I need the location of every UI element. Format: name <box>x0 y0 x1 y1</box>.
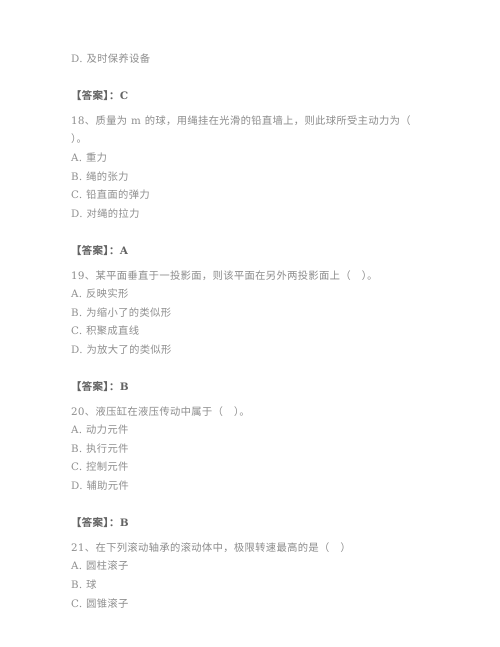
answer-line: 【答案】：B <box>71 517 130 530</box>
document-page: D. 及时保养设备 【答案】：C 18、质量为 m 的球，用绳挂在光滑的铅直墙上，则… <box>0 0 500 647</box>
question-line: 21、在下列滚动轴承的滚动体中，极限转速最高的是（ ） <box>71 541 351 554</box>
option-line: A. 圆柱滚子 <box>71 560 129 573</box>
option-line: C. 积聚成直线 <box>71 325 140 338</box>
question-line: ）。 <box>71 133 88 146</box>
document-text-body: D. 及时保养设备 【答案】：C 18、质量为 m 的球，用绳挂在光滑的铅直墙上，则… <box>71 50 437 613</box>
answer-line: 【答案】：C <box>71 90 129 103</box>
question-block: 19、某平面垂直于一投影面，则该平面在另外两投影面上（ ）。 A. 反映实形 B. … <box>71 267 437 360</box>
option-line: C. 控制元件 <box>71 461 129 474</box>
answer-block: 【答案】：B <box>71 514 437 533</box>
answer-block: 【答案】：B <box>71 378 437 397</box>
option-line: B. 球 <box>71 579 97 592</box>
question-block: 21、在下列滚动轴承的滚动体中，极限转速最高的是（ ） A. 圆柱滚子 B. 球 C.… <box>71 539 437 613</box>
answer-block: 【答案】：C <box>71 87 437 106</box>
question-block: 20、液压缸在液压传动中属于（ ）。 A. 动力元件 B. 执行元件 C. 控制元件 D… <box>71 403 437 496</box>
question-line: 20、液压缸在液压传动中属于（ ）。 <box>71 405 251 418</box>
answer-block: 【答案】：A <box>71 242 437 261</box>
answer-line: 【答案】：B <box>71 381 130 394</box>
option-line: C. 铅直面的弹力 <box>71 189 150 202</box>
option-line: A. 重力 <box>71 151 108 164</box>
option-line: A. 动力元件 <box>71 424 129 437</box>
option-line: D. 为放大了的类似形 <box>71 343 172 356</box>
option-line: D. 及时保养设备 <box>71 53 151 65</box>
option-line: A. 反映实形 <box>71 288 129 301</box>
answer-line: 【答案】：A <box>71 244 129 257</box>
option-line: B. 为缩小了的类似形 <box>71 306 172 319</box>
option-line: B. 绳的张力 <box>71 170 129 183</box>
question-line: 19、某平面垂直于一投影面，则该平面在另外两投影面上（ ）。 <box>71 269 378 282</box>
question-block: 18、质量为 m 的球，用绳挂在光滑的铅直墙上，则此球所受主动力为（ ）。 A. 重… <box>71 112 437 224</box>
option-block: D. 及时保养设备 <box>71 50 437 69</box>
option-line: B. 执行元件 <box>71 442 129 455</box>
question-line: 18、质量为 m 的球，用绳挂在光滑的铅直墙上，则此球所受主动力为（ <box>71 114 411 127</box>
option-line: D. 辅助元件 <box>71 480 130 493</box>
option-line: C. 圆锥滚子 <box>71 597 129 610</box>
option-line: D. 对绳的拉力 <box>71 207 140 220</box>
